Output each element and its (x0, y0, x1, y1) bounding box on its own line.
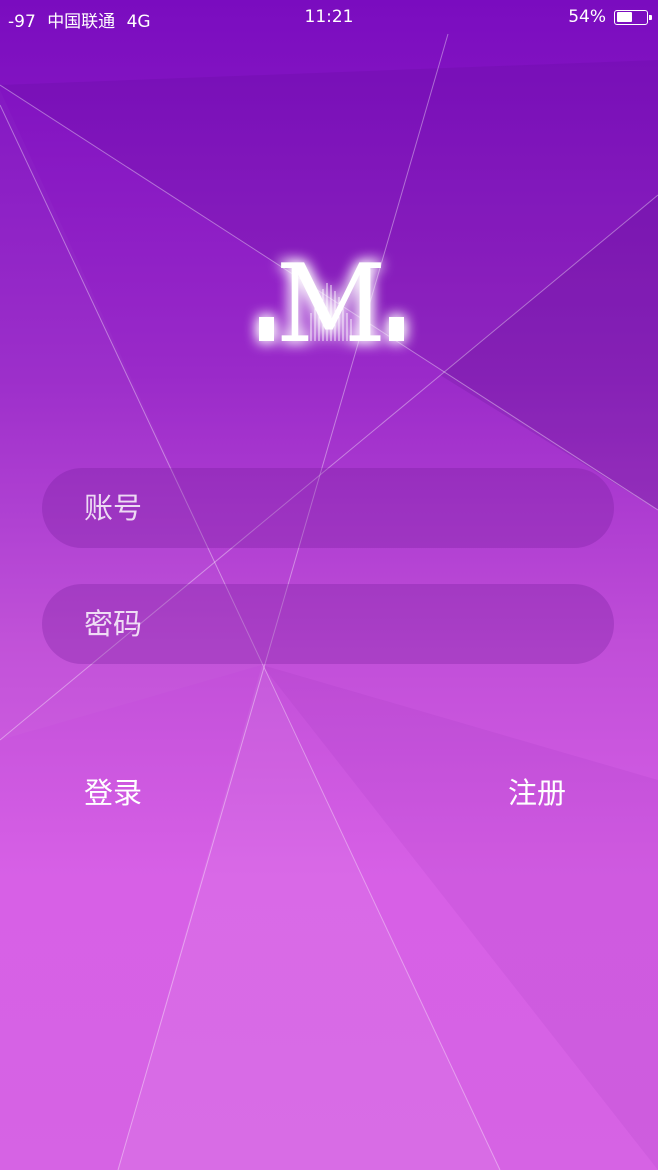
login-button[interactable]: 登录 (84, 770, 142, 812)
account-field[interactable] (42, 468, 614, 548)
logo-letter: M (276, 242, 387, 365)
login-screen: -97 中国联通 4G 11:21 54% M 账号 登录 注册 (0, 0, 658, 1170)
logo-right-block (389, 317, 404, 341)
status-bar: -97 中国联通 4G 11:21 54% (0, 0, 658, 34)
register-button[interactable]: 注册 (508, 770, 566, 812)
logo-left-block (259, 317, 274, 341)
account-input[interactable] (42, 468, 614, 548)
battery-fill (616, 12, 632, 22)
battery-percent: 54% (568, 7, 606, 27)
status-time: 11:21 (304, 7, 354, 27)
password-field[interactable] (42, 584, 614, 664)
password-input[interactable] (42, 584, 614, 664)
status-right: 54% (568, 7, 652, 27)
battery-tip (649, 14, 652, 20)
battery-icon (614, 9, 652, 25)
m-logo-icon: M (259, 242, 404, 365)
